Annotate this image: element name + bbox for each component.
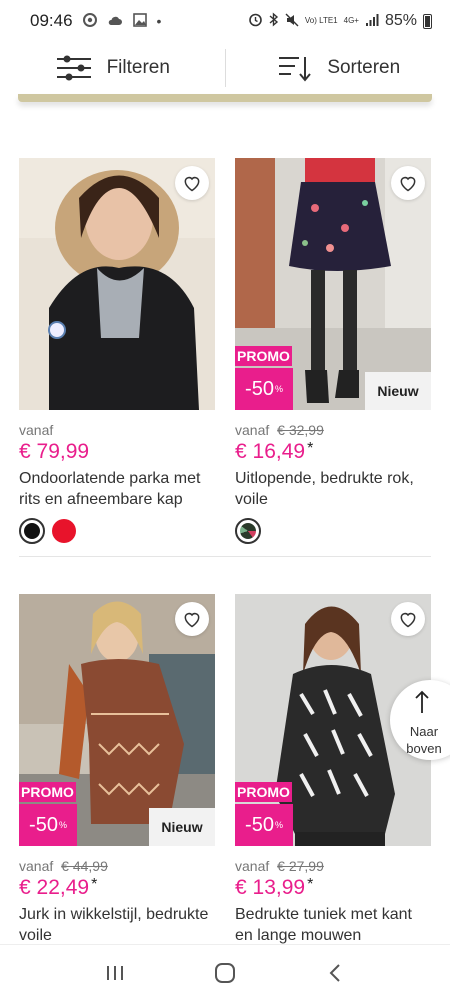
- product-name[interactable]: Jurk in wikkelstijl, bedrukte voile: [19, 904, 215, 946]
- old-price: € 32,99: [277, 422, 324, 438]
- filter-sort-toolbar: Filteren Sorteren: [0, 42, 450, 94]
- product-image[interactable]: PROMO -50% Nieuw: [19, 594, 215, 846]
- system-navigation-bar: [0, 944, 450, 1000]
- promo-label: PROMO: [235, 346, 292, 366]
- product-image[interactable]: PROMO -50% Nieuw: [235, 158, 431, 410]
- product-card[interactable]: PROMO -50% Nieuw vanaf € 32,99 € 16,49 * …: [235, 158, 431, 544]
- home-button[interactable]: [205, 953, 245, 993]
- promo-label: PROMO: [19, 782, 76, 802]
- toolbar-underline: [18, 94, 432, 102]
- price: € 22,49 *: [19, 876, 215, 900]
- discount-value: -50: [29, 813, 58, 836]
- recent-apps-button[interactable]: [95, 953, 135, 993]
- wishlist-heart-button[interactable]: [391, 602, 425, 636]
- current-price: € 22,49: [19, 876, 90, 899]
- old-price: € 44,99: [61, 858, 108, 874]
- price-footnote-star: *: [91, 876, 98, 893]
- promo-label: PROMO: [235, 782, 292, 802]
- bluetooth-icon: [269, 12, 279, 30]
- price-from-line: vanaf € 27,99: [235, 858, 431, 874]
- dot-icon: •: [156, 13, 162, 29]
- heart-icon: [400, 612, 416, 628]
- signal-icon: [365, 13, 379, 30]
- from-label: vanaf: [19, 422, 54, 438]
- discount-value: -50: [245, 377, 274, 400]
- arrow-up-icon: [414, 690, 430, 719]
- recent-apps-icon: [107, 965, 123, 980]
- cloud-icon: [107, 13, 123, 29]
- color-swatches: [235, 518, 431, 544]
- price-from-line: vanaf: [19, 422, 215, 438]
- old-price: € 27,99: [277, 858, 324, 874]
- discount-badge: -50%: [235, 368, 293, 410]
- chevron-left-icon: [329, 963, 340, 982]
- price-from-line: vanaf € 44,99: [19, 858, 215, 874]
- filter-label: Filteren: [106, 57, 170, 78]
- network-indicator: 4G+: [343, 16, 359, 25]
- heart-icon: [400, 176, 416, 192]
- price: € 16,49 *: [235, 440, 431, 464]
- new-badge: Nieuw: [365, 372, 431, 410]
- heart-icon: [184, 176, 200, 192]
- row-divider: [19, 556, 431, 557]
- current-price: € 13,99: [235, 876, 306, 899]
- sort-button[interactable]: Sorteren: [226, 42, 450, 94]
- product-card[interactable]: PROMO -50% Nieuw vanaf € 44,99 € 22,49 * …: [19, 594, 215, 946]
- product-name[interactable]: Uitlopende, bedrukte rok, voile: [235, 468, 431, 510]
- discount-value: -50: [245, 813, 274, 836]
- price-from-line: vanaf € 32,99: [235, 422, 431, 438]
- status-bar: 09:46 • Vo) LTE1 4G+ 85%: [0, 0, 450, 42]
- back-to-top-label: Naar boven: [406, 724, 442, 756]
- discount-badge: -50%: [19, 804, 77, 846]
- new-badge: Nieuw: [149, 808, 215, 846]
- wishlist-heart-button[interactable]: [391, 166, 425, 200]
- price-footnote-star: *: [307, 440, 314, 457]
- product-card[interactable]: PROMO -50% vanaf € 27,99 € 13,99 * Bedruk…: [235, 594, 431, 946]
- image-icon: [132, 12, 147, 30]
- color-swatch-print[interactable]: [235, 518, 261, 544]
- from-label: vanaf: [19, 858, 54, 874]
- volte-indicator: Vo) LTE1: [304, 16, 338, 25]
- current-price: € 79,99: [19, 440, 90, 463]
- battery-percentage: 85%: [384, 12, 417, 29]
- product-card[interactable]: vanaf € 79,99 Ondoorlatende parka met ri…: [19, 158, 215, 544]
- color-swatch-black[interactable]: [19, 518, 45, 544]
- from-label: vanaf: [235, 858, 270, 874]
- alarm-icon: [248, 12, 263, 30]
- battery-icon: [423, 13, 432, 29]
- price: € 79,99: [19, 440, 215, 464]
- heart-icon: [184, 612, 200, 628]
- from-label: vanaf: [235, 422, 270, 438]
- color-swatch-red[interactable]: [51, 518, 77, 544]
- mute-icon: [285, 13, 299, 30]
- back-button[interactable]: [315, 953, 355, 993]
- sort-icon: [279, 57, 312, 82]
- product-image[interactable]: [19, 158, 215, 410]
- wishlist-heart-button[interactable]: [175, 602, 209, 636]
- chrome-icon: [82, 12, 97, 30]
- product-name[interactable]: Ondoorlatende parka met rits en afneemba…: [19, 468, 215, 510]
- price-footnote-star: *: [307, 876, 314, 893]
- status-time: 09:46: [30, 11, 73, 30]
- wishlist-heart-button[interactable]: [175, 166, 209, 200]
- discount-badge: -50%: [235, 804, 293, 846]
- product-name[interactable]: Bedrukte tuniek met kant en lange mouwen: [235, 904, 431, 946]
- color-swatches: [19, 518, 215, 544]
- price: € 13,99 *: [235, 876, 431, 900]
- current-price: € 16,49: [235, 440, 306, 463]
- home-icon: [215, 962, 235, 983]
- filter-button[interactable]: Filteren: [0, 42, 225, 94]
- sort-label: Sorteren: [327, 57, 401, 78]
- filter-sliders-icon: [56, 55, 91, 81]
